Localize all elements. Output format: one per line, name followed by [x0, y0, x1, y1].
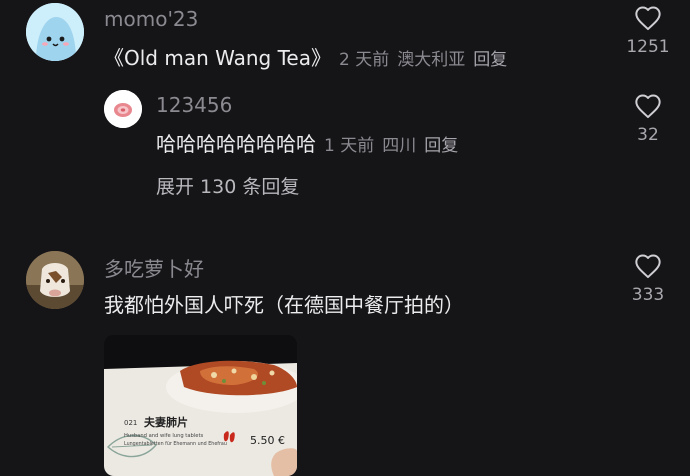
reply-location: 四川: [382, 136, 417, 156]
dish-price: 5.50 €: [250, 434, 285, 447]
comment-image[interactable]: 021 夫妻肺片 5.50 € Husband and wife lung ta…: [104, 335, 297, 476]
comment-username[interactable]: 多吃萝卜好: [104, 253, 204, 282]
like-count: 333: [631, 285, 665, 305]
reply-text[interactable]: 哈哈哈哈哈哈哈哈 1 天前 四川 回复: [156, 128, 466, 157]
comment-text-content: 我都怕外国人吓死（在德国中餐厅拍的）: [104, 293, 464, 317]
dish-desc-de: Lungentabletten für Ehemann und Ehefrau: [124, 441, 227, 447]
dish-desc-en: Husband and wife lung tablets: [124, 433, 203, 439]
comment-username[interactable]: momo'23: [104, 7, 198, 31]
reply-username[interactable]: 123456: [156, 93, 232, 117]
heart-outline-icon: [635, 6, 661, 31]
comment-meta: 2 天前 澳大利亚 回复: [339, 50, 515, 70]
comment-text[interactable]: 我都怕外国人吓死（在德国中餐厅拍的）: [104, 289, 464, 318]
dish-number: 021: [124, 419, 137, 427]
like-count: 32: [637, 125, 659, 145]
reply-item: 123456 哈哈哈哈哈哈哈哈 1 天前 四川 回复 32: [0, 88, 690, 160]
avatar[interactable]: [26, 3, 84, 61]
avatar-image: [26, 3, 84, 61]
comment-time: 2 天前: [338, 50, 390, 70]
comment-text-content: 《Old man Wang Tea》: [104, 46, 331, 70]
reply-meta: 1 天前 四川 回复: [324, 136, 466, 156]
comment-item: 多吃萝卜好 我都怕外国人吓死（在德国中餐厅拍的） 333 021 夫妻肺片 5.…: [0, 240, 690, 476]
reply-avatar[interactable]: [104, 90, 142, 128]
reply-button[interactable]: 回复: [424, 136, 458, 156]
dish-name: 夫妻肺片: [144, 415, 188, 429]
avatar-image: [26, 251, 84, 309]
reply-button[interactable]: 回复: [473, 50, 507, 70]
like-button[interactable]: 1251: [618, 5, 678, 57]
heart-outline-icon: [635, 254, 661, 279]
avatar[interactable]: [26, 251, 84, 309]
reply-text-content: 哈哈哈哈哈哈哈哈: [156, 132, 316, 156]
like-button[interactable]: 32: [618, 93, 678, 145]
expand-replies-button[interactable]: 展开 130 条回复: [156, 172, 299, 199]
comment-text[interactable]: 《Old man Wang Tea》 2 天前 澳大利亚 回复: [104, 42, 515, 71]
comment-location: 澳大利亚: [397, 50, 466, 70]
comment-list: momo'23 《Old man Wang Tea》 2 天前 澳大利亚 回复 125…: [0, 0, 690, 476]
heart-outline-icon: [635, 94, 661, 119]
like-button[interactable]: 333: [618, 253, 678, 305]
comment-item: momo'23 《Old man Wang Tea》 2 天前 澳大利亚 回复 125…: [0, 0, 690, 220]
avatar-image: [104, 90, 142, 128]
like-count: 1251: [626, 37, 670, 57]
reply-time: 1 天前: [324, 136, 375, 156]
menu-photo: 021 夫妻肺片 5.50 € Husband and wife lung ta…: [104, 335, 297, 476]
